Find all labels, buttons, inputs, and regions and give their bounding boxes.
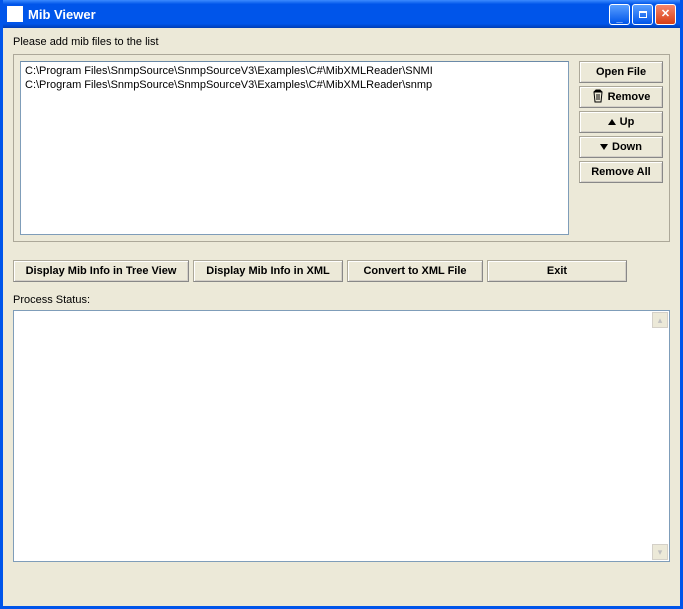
minimize-icon: _ (616, 13, 622, 24)
list-item[interactable]: C:\Program Files\SnmpSource\SnmpSourceV3… (23, 64, 566, 78)
action-button-row: Display Mib Info in Tree View Display Mi… (13, 260, 670, 282)
content-area: Please add mib files to the list C:\Prog… (3, 28, 680, 606)
exit-button[interactable]: Exit (487, 260, 627, 282)
remove-button[interactable]: Remove (579, 86, 663, 108)
file-list[interactable]: C:\Program Files\SnmpSource\SnmpSourceV3… (20, 61, 569, 235)
up-button[interactable]: Up (579, 111, 663, 133)
side-button-column: Open File Remove Up Down Remove All (579, 61, 663, 235)
window-title: Mib Viewer (28, 7, 609, 22)
open-file-label: Open File (596, 66, 646, 78)
remove-label: Remove (608, 91, 651, 103)
xml-view-label: Display Mib Info in XML (206, 265, 329, 277)
remove-all-button[interactable]: Remove All (579, 161, 663, 183)
display-tree-view-button[interactable]: Display Mib Info in Tree View (13, 260, 189, 282)
convert-label: Convert to XML File (363, 265, 466, 277)
exit-label: Exit (547, 265, 567, 277)
file-panel: C:\Program Files\SnmpSource\SnmpSourceV3… (13, 54, 670, 242)
up-label: Up (620, 116, 635, 128)
chevron-down-icon: ▾ (658, 547, 663, 558)
down-label: Down (612, 141, 642, 153)
maximize-icon (639, 11, 647, 18)
open-file-button[interactable]: Open File (579, 61, 663, 83)
down-button[interactable]: Down (579, 136, 663, 158)
close-icon: ✕ (661, 9, 670, 20)
app-window: Mib Viewer _ ✕ Please add mib files to t… (0, 0, 683, 609)
window-controls: _ ✕ (609, 4, 676, 25)
process-status-box[interactable]: ▴ ▾ (13, 310, 670, 562)
chevron-up-icon: ▴ (658, 315, 663, 326)
app-icon (7, 6, 23, 22)
titlebar: Mib Viewer _ ✕ (3, 0, 680, 28)
process-status-label: Process Status: (13, 294, 670, 306)
arrow-up-icon (608, 119, 616, 125)
trash-icon (592, 89, 604, 106)
remove-all-label: Remove All (591, 166, 651, 178)
tree-view-label: Display Mib Info in Tree View (26, 265, 177, 277)
maximize-button[interactable] (632, 4, 653, 25)
display-xml-button[interactable]: Display Mib Info in XML (193, 260, 343, 282)
scroll-down-button[interactable]: ▾ (652, 544, 668, 560)
instruction-label: Please add mib files to the list (13, 36, 670, 48)
convert-xml-button[interactable]: Convert to XML File (347, 260, 483, 282)
arrow-down-icon (600, 144, 608, 150)
list-item[interactable]: C:\Program Files\SnmpSource\SnmpSourceV3… (23, 78, 566, 92)
minimize-button[interactable]: _ (609, 4, 630, 25)
scroll-up-button[interactable]: ▴ (652, 312, 668, 328)
close-button[interactable]: ✕ (655, 4, 676, 25)
